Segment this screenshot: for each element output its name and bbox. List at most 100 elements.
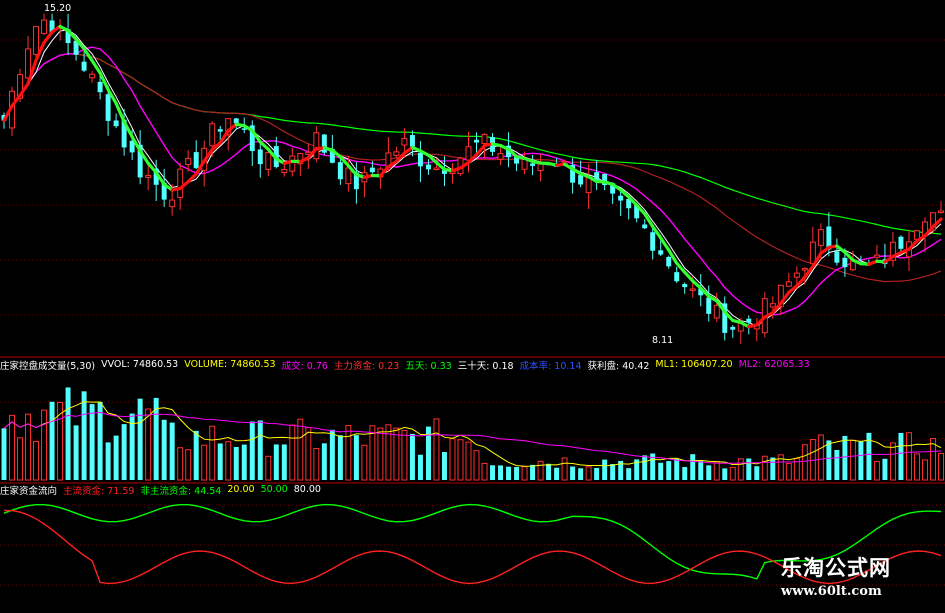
- trend-segment: [148, 163, 156, 172]
- volume-bar-up: [346, 426, 351, 480]
- volume-bar-up: [210, 426, 215, 480]
- candle-body-down: [98, 82, 103, 92]
- volume-bar-down: [626, 468, 631, 480]
- volume-bar-up: [202, 445, 207, 480]
- candle-body-up: [290, 156, 295, 171]
- trend-segment: [477, 145, 485, 154]
- volume-bar-up: [362, 445, 367, 480]
- volume-bar-down: [882, 459, 887, 480]
- candle-body-up: [482, 135, 487, 144]
- volume-bar-down: [418, 455, 423, 480]
- five-day-value: 五天: 0.33: [405, 358, 451, 372]
- volume-bar-up: [146, 409, 151, 480]
- volume-bars: [2, 387, 944, 480]
- volume-bar-up: [474, 451, 479, 480]
- volume-bar-down: [354, 435, 359, 480]
- trend-segment: [797, 277, 805, 286]
- volume-bar-down: [258, 420, 263, 480]
- volume-bar-down: [82, 391, 87, 480]
- ml2-value: ML2: 62065.33: [739, 359, 810, 370]
- volume-bar-up: [458, 440, 463, 480]
- volume-bar-down: [706, 465, 711, 480]
- trend-segment: [661, 238, 669, 250]
- ma60-line: [4, 54, 941, 234]
- volume-bar-down: [138, 399, 143, 480]
- candle-body-up: [810, 242, 815, 264]
- candle-body-down: [898, 237, 903, 249]
- volume-bar-down: [682, 467, 687, 480]
- volume-bar-up: [42, 410, 47, 480]
- candle-body-up: [210, 124, 215, 146]
- volume-bar-down: [858, 441, 863, 480]
- candle-body-up: [466, 147, 471, 160]
- volume-bar-down: [746, 458, 751, 480]
- volume-bar-up: [730, 467, 735, 480]
- candlestick-series: [2, 13, 944, 343]
- volume-bar-down: [506, 467, 511, 480]
- volume-bar-down: [666, 461, 671, 480]
- volume-bar-up: [306, 428, 311, 480]
- volume-bar-up: [402, 430, 407, 480]
- trend-segment: [84, 49, 92, 61]
- volume-bar-down: [194, 431, 199, 480]
- chart-canvas[interactable]: [0, 0, 945, 609]
- trend-segment: [220, 131, 228, 143]
- volume-bar-down: [98, 402, 103, 480]
- candle-body-down: [106, 94, 111, 121]
- candle-body-down: [730, 327, 735, 330]
- volume-bar-up: [714, 461, 719, 480]
- volume-bar-up: [450, 439, 455, 480]
- volume-bar-up: [314, 448, 319, 480]
- candle-body-down: [578, 175, 583, 184]
- volume-bar-down: [322, 443, 327, 480]
- candle-body-down: [682, 284, 687, 287]
- candle-body-up: [794, 273, 799, 277]
- watermark-url: www.60lt.com: [781, 584, 882, 599]
- candle-body-down: [426, 165, 431, 170]
- candle-body-up: [770, 304, 775, 307]
- candle-body-down: [530, 164, 535, 166]
- volume-bar-up: [738, 459, 743, 480]
- volume-bar-down: [754, 466, 759, 480]
- candle-body-down: [674, 272, 679, 281]
- volume-bar-up: [298, 419, 303, 480]
- trend-segment: [685, 272, 693, 281]
- volume-indicator-bar: 庄家控盘成交量(5,30) VVOL: 74860.53 VOLUME: 748…: [0, 358, 810, 371]
- volume-bar-down: [834, 450, 839, 480]
- fund-flow-indicator-name: 庄家资金流向: [0, 483, 57, 497]
- vvol-value: VVOL: 74860.53: [101, 359, 178, 370]
- candle-body-down: [842, 258, 847, 267]
- volume-bar-down: [242, 445, 247, 480]
- volume-bar-up: [10, 415, 15, 480]
- volume-value: VOLUME: 74860.53: [184, 359, 275, 370]
- stock-chart-window[interactable]: 15.20 8.11 庄家控盘成交量(5,30) VVOL: 74860.53 …: [0, 0, 945, 609]
- candle-body-down: [706, 298, 711, 314]
- volume-bar-down: [826, 440, 831, 480]
- trend-segment: [677, 263, 685, 272]
- volume-bar-down: [274, 444, 279, 480]
- trend-highlight-lines: [4, 26, 941, 326]
- candle-body-down: [218, 129, 223, 131]
- candle-body-up: [314, 133, 319, 159]
- volume-bar-down: [410, 434, 415, 480]
- volume-bar-up: [18, 438, 23, 480]
- volume-bar-down: [842, 436, 847, 480]
- volume-bar-down: [602, 460, 607, 480]
- candle-body-down: [338, 162, 343, 179]
- volume-bar-down: [218, 443, 223, 480]
- candle-body-down: [410, 135, 415, 147]
- volume-bar-up: [266, 456, 271, 480]
- volume-bar-down: [674, 459, 679, 480]
- volume-bar-down: [50, 402, 55, 480]
- volume-bar-up: [538, 461, 543, 480]
- volume-bar-up: [586, 467, 591, 480]
- volume-bar-up: [786, 464, 791, 480]
- candle-body-up: [26, 49, 31, 78]
- volume-bar-down: [722, 468, 727, 480]
- volume-bar-up: [482, 463, 487, 480]
- candle-body-up: [874, 255, 879, 257]
- volume-bar-down: [594, 468, 599, 480]
- candle-body-up: [34, 27, 39, 55]
- non-mainstream-fund-value: 非主流资金: 44.54: [140, 483, 221, 497]
- volume-bar-down: [330, 430, 335, 480]
